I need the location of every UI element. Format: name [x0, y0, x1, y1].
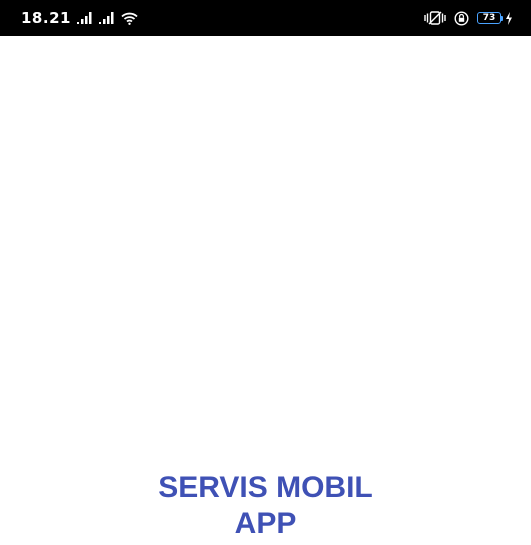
battery-body: 73	[477, 12, 501, 24]
battery-icon: 73	[477, 12, 503, 24]
status-bar-left: 18.21	[21, 6, 138, 30]
status-bar: 18.21 73	[0, 0, 531, 36]
rotation-lock-icon	[454, 10, 469, 26]
app-title-line-1: SERVIS MOBIL	[158, 471, 373, 504]
status-bar-right: 73	[424, 6, 513, 30]
splash-screen: 18.21 73 SERVIS MOBIL APP	[0, 0, 531, 545]
app-title: SERVIS MOBIL APP	[0, 470, 531, 542]
battery-level: 73	[482, 12, 496, 23]
battery-tip	[501, 15, 503, 21]
wifi-icon	[121, 12, 138, 25]
charging-icon	[505, 11, 513, 25]
signal-icon	[76, 12, 93, 24]
app-title-line-2: APP	[234, 507, 297, 540]
vibrate-icon	[424, 11, 446, 25]
signal-icon	[98, 12, 115, 24]
status-time: 18.21	[21, 9, 71, 27]
